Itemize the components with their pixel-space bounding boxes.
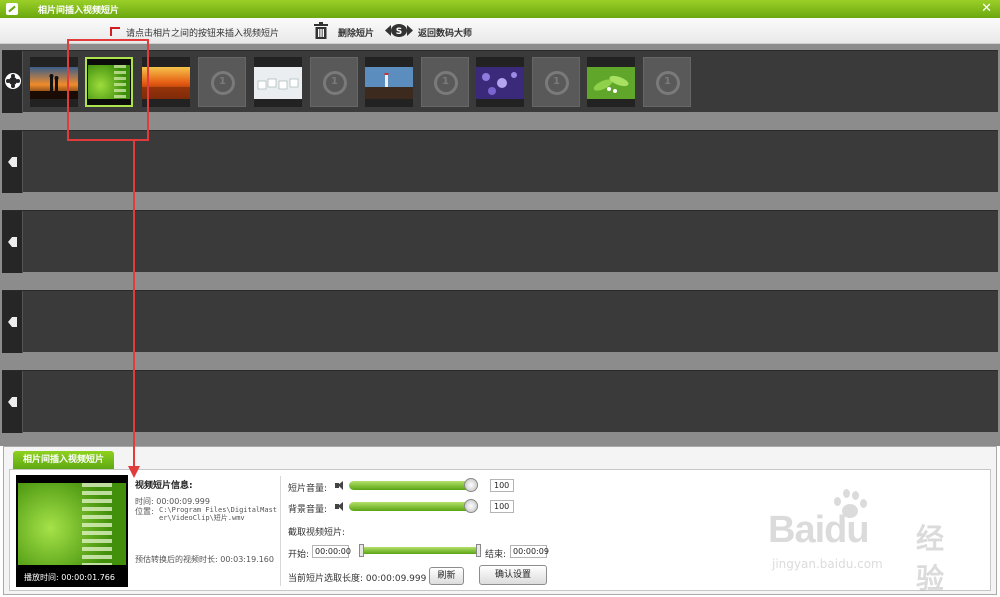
left-arrow-icon xyxy=(8,397,17,407)
insert-slot[interactable]: 1 xyxy=(532,57,580,107)
timeline-area: 1 1 1 1 1 xyxy=(0,44,1000,446)
insert-clock-icon: 1 xyxy=(211,71,235,95)
left-arrow-icon xyxy=(8,317,17,327)
clip-volume-label: 短片音量: xyxy=(288,484,328,494)
divider xyxy=(280,476,281,586)
bg-volume-input[interactable]: 100 xyxy=(490,500,514,513)
tab-insert-video-clip[interactable]: 相片间插入视频短片 xyxy=(13,451,115,469)
clip-info-heading: 视频短片信息: xyxy=(135,481,193,491)
bg-volume-label: 背景音量: xyxy=(288,505,328,515)
watermark-jingyan: 经验 xyxy=(916,522,945,595)
clip-volume-input[interactable]: 100 xyxy=(490,479,514,492)
baidu-watermark: Baidu 经验 jingyan.baidu.com xyxy=(768,487,958,595)
insert-slot[interactable]: 1 xyxy=(421,57,469,107)
photo-track: 1 1 1 1 1 xyxy=(2,50,998,113)
left-arrow-icon xyxy=(8,157,17,167)
converted-length: 预估转换后的视频时长: 00:03:19.160 xyxy=(135,555,274,564)
insert-slot[interactable]: 1 xyxy=(198,57,246,107)
trash-icon[interactable] xyxy=(313,22,329,39)
green-leaves-image xyxy=(587,67,635,99)
callout-line xyxy=(133,141,135,466)
track-handle[interactable] xyxy=(2,131,23,193)
photo-thumb-sunset-sea[interactable] xyxy=(142,57,190,107)
confirm-settings-button[interactable]: 确认设置 xyxy=(479,565,547,585)
insert-slot[interactable]: 1 xyxy=(310,57,358,107)
current-length: 当前短片选取长度: 00:00:09.999 xyxy=(288,574,427,584)
window-title: 相片间插入视频短片 xyxy=(38,6,120,16)
app-icon xyxy=(6,3,18,15)
empty-track xyxy=(2,210,998,273)
insert-clock-icon: 1 xyxy=(545,71,569,95)
left-arrow-icon xyxy=(8,237,17,247)
range-end-handle[interactable] xyxy=(476,544,481,557)
track-handle[interactable] xyxy=(2,291,23,353)
delete-clip-button[interactable]: 删除短片 xyxy=(338,26,374,39)
crop-range-slider[interactable] xyxy=(359,544,481,557)
return-button[interactable]: 返回数码大师 xyxy=(418,26,472,39)
toolbar: 请点击相片之间的按钮来插入视频短片 删除短片 S 返回数码大师 xyxy=(0,18,1000,44)
play-time: 播放时间: 00:00:01.766 xyxy=(24,573,115,582)
track-handle xyxy=(2,51,23,113)
sunset-sea-image xyxy=(142,67,190,99)
clip-location-path: C:\Program Files\DigitalMaster\VideoClip… xyxy=(159,506,278,522)
speaker-icon xyxy=(335,481,345,490)
photo-thumb-lighthouse[interactable] xyxy=(365,57,413,107)
dice-image xyxy=(254,67,302,99)
insert-clock-icon: 1 xyxy=(323,71,347,95)
bg-volume-knob[interactable] xyxy=(464,499,478,513)
photo-thumb-dice[interactable] xyxy=(254,57,302,107)
insert-slot[interactable]: 1 xyxy=(643,57,691,107)
end-time-input[interactable]: 00:00:09 xyxy=(510,545,549,558)
watermark-brand: Baidu xyxy=(768,509,870,551)
speaker-icon xyxy=(335,502,345,511)
watermark-url: jingyan.baidu.com xyxy=(772,557,883,571)
photo-thumb-green-leaves[interactable] xyxy=(587,57,635,107)
title-bar: 相片间插入视频短片 ✕ xyxy=(0,0,1000,18)
refresh-button[interactable]: 刷新 xyxy=(429,567,464,585)
track-handle[interactable] xyxy=(2,371,23,433)
empty-track xyxy=(2,290,998,353)
selection-highlight xyxy=(67,39,149,141)
callout-arrow-icon xyxy=(128,466,140,478)
insert-clock-icon: 1 xyxy=(656,71,680,95)
return-logo-icon[interactable]: S xyxy=(385,23,413,38)
hint-arrow-icon xyxy=(110,27,120,36)
clip-volume-knob[interactable] xyxy=(464,478,478,492)
insert-clock-icon: 1 xyxy=(434,71,458,95)
bg-volume-slider[interactable] xyxy=(349,499,478,513)
clip-location-label: 位置: xyxy=(135,507,154,516)
start-time-input[interactable]: 00:00:00 xyxy=(312,545,351,558)
film-reel-icon xyxy=(5,73,21,89)
crop-heading: 截取视频短片: xyxy=(288,528,346,538)
clip-volume-slider[interactable] xyxy=(349,478,478,492)
start-label: 开始: xyxy=(288,550,310,560)
end-label: 结束: xyxy=(485,550,507,560)
range-start-handle[interactable] xyxy=(359,544,364,557)
close-icon[interactable]: ✕ xyxy=(981,1,992,17)
empty-track xyxy=(2,370,998,433)
track-handle[interactable] xyxy=(2,211,23,273)
purple-flowers-image xyxy=(476,67,524,99)
photo-thumb-purple-flowers[interactable] xyxy=(476,57,524,107)
insert-hint: 请点击相片之间的按钮来插入视频短片 xyxy=(126,29,280,39)
svg-text:S: S xyxy=(396,27,402,37)
lighthouse-image xyxy=(365,67,413,99)
empty-track xyxy=(2,130,998,193)
video-preview-frame xyxy=(18,483,126,565)
video-preview[interactable]: 播放时间: 00:00:01.766 xyxy=(16,475,128,587)
